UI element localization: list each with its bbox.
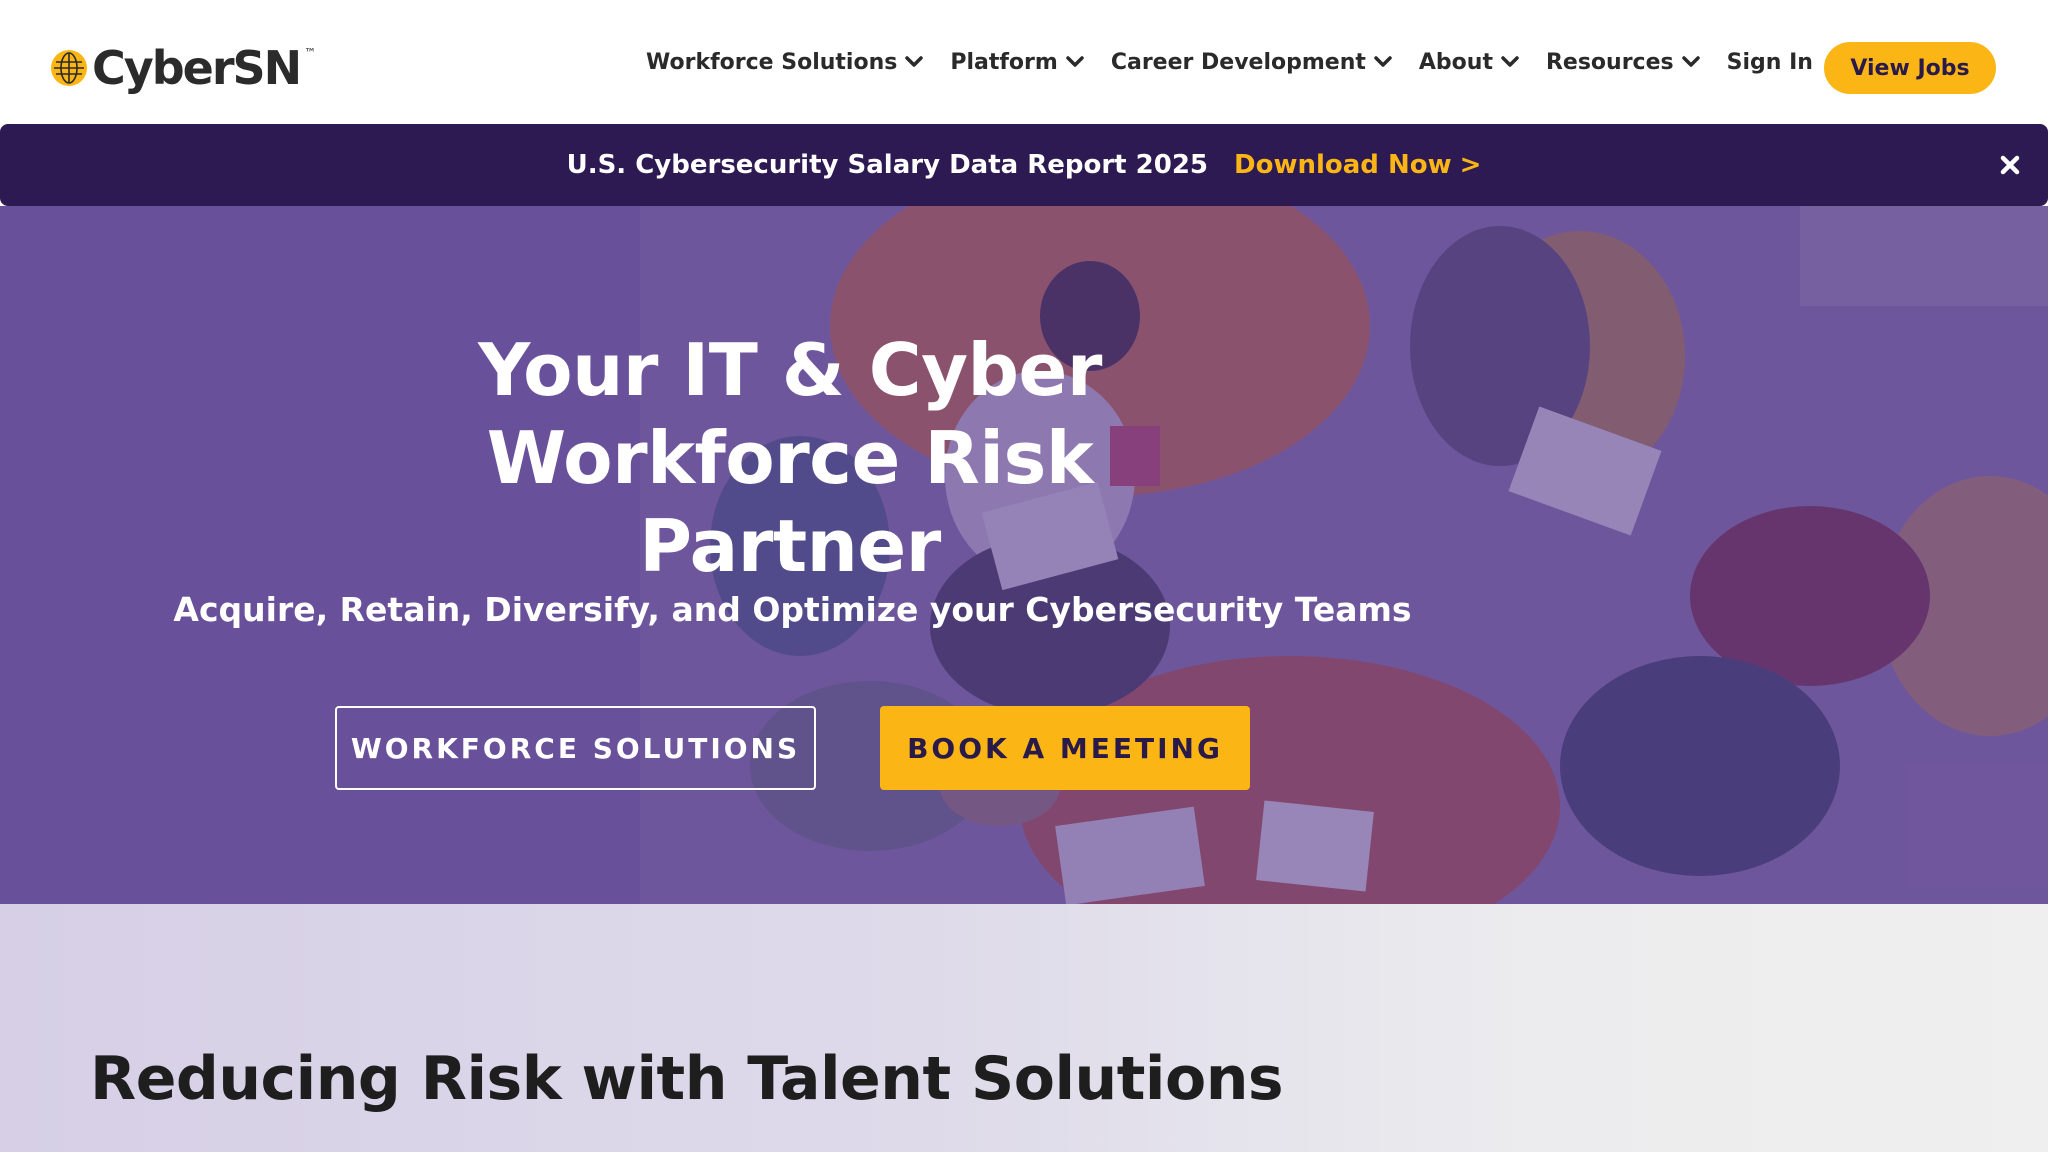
chevron-down-icon <box>1501 56 1519 67</box>
download-now-link[interactable]: Download Now > <box>1234 150 1481 180</box>
hero-title: Your IT & Cyber Workforce Risk Partner <box>440 326 1140 590</box>
nav-platform[interactable]: Platform <box>950 50 1084 75</box>
download-now-label: Download Now <box>1234 150 1452 180</box>
hero-subtitle: Acquire, Retain, Diversify, and Optimize… <box>173 590 1412 629</box>
chevron-down-icon <box>905 56 924 67</box>
sign-in-link[interactable]: Sign In <box>1727 50 1813 75</box>
nav-workforce-solutions[interactable]: Workforce Solutions <box>646 49 924 75</box>
workforce-solutions-button[interactable]: WORKFORCE SOLUTIONS <box>335 706 816 790</box>
chevron-right-icon: > <box>1459 150 1482 180</box>
site-header: CyberSN ™ Workforce Solutions Platform C… <box>0 0 2048 124</box>
nav-resources[interactable]: Resources <box>1546 50 1700 75</box>
hero-title-line: Workforce Risk <box>486 416 1094 500</box>
nav-label: About <box>1418 49 1493 75</box>
chevron-down-icon <box>1066 56 1084 67</box>
nav-label: Platform <box>950 49 1058 75</box>
nav-label: Workforce Solutions <box>646 49 898 75</box>
nav-label: Career Development <box>1110 49 1366 75</box>
view-jobs-button[interactable]: View Jobs <box>1824 42 1996 94</box>
chevron-down-icon <box>1681 56 1700 67</box>
nav-career-development[interactable]: Career Development <box>1111 50 1392 75</box>
globe-logo-icon <box>51 50 87 86</box>
nav-label: Resources <box>1545 49 1674 75</box>
close-icon[interactable] <box>1996 151 2024 179</box>
announcement-text: U.S. Cybersecurity Salary Data Report 20… <box>566 150 1209 180</box>
hero-section: Your IT & Cyber Workforce Risk Partner A… <box>0 206 2048 904</box>
main-nav: Workforce Solutions Platform Career Deve… <box>646 40 1839 84</box>
hero-title-line: Partner <box>639 504 941 588</box>
logo[interactable]: CyberSN ™ <box>50 38 316 98</box>
book-a-meeting-button[interactable]: BOOK A MEETING <box>880 706 1250 790</box>
talent-solutions-section: Reducing Risk with Talent Solutions <box>0 904 2048 1152</box>
announcement-bar: U.S. Cybersecurity Salary Data Report 20… <box>0 124 2048 206</box>
page: CyberSN ™ Workforce Solutions Platform C… <box>0 0 2048 1152</box>
logo-wordmark: CyberSN <box>92 41 302 95</box>
nav-about[interactable]: About <box>1419 50 1519 75</box>
logo-trademark: ™ <box>304 46 317 60</box>
hero-title-line: Your IT & Cyber <box>478 328 1102 412</box>
section-title: Reducing Risk with Talent Solutions <box>90 1044 1284 1114</box>
chevron-down-icon <box>1374 56 1392 67</box>
